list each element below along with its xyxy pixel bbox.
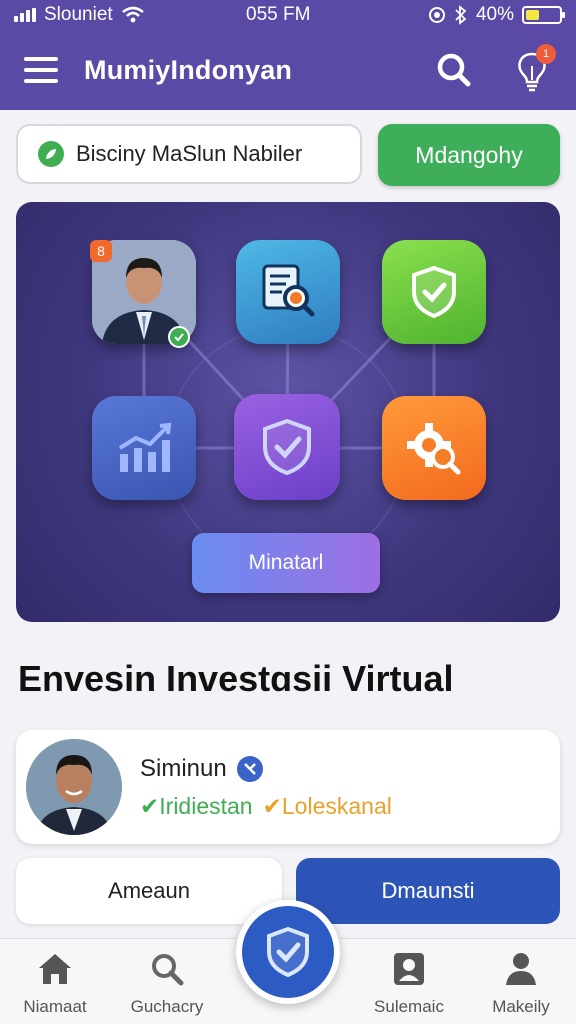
protection-center-tile[interactable] (234, 394, 340, 500)
app-title: MumiyIndonyan (84, 54, 293, 85)
carrier-label: Slouniet (44, 4, 113, 25)
person-icon (506, 953, 536, 985)
nav-label: Makeily (492, 997, 550, 1016)
clock: 055 FM (246, 4, 311, 25)
avatar (26, 739, 122, 835)
primary-action-button[interactable]: Mdangohy (378, 124, 560, 186)
bluetooth-icon (455, 5, 467, 25)
notifications-button[interactable]: 1 (512, 44, 556, 94)
verified-icon (236, 755, 263, 782)
contact-card-icon (394, 953, 424, 985)
status-bar: Slouniet 055 FM 40% (0, 0, 576, 30)
home-icon (39, 954, 71, 984)
user-name: Siminun (140, 754, 227, 782)
nav-label: Sulemaic (374, 997, 444, 1016)
nav-item-search[interactable]: Guchacry (112, 949, 222, 1017)
secondary-button[interactable]: Ameaun (16, 858, 282, 924)
nav-item-profile[interactable]: Makeily (466, 949, 576, 1017)
nav-item-contacts[interactable]: Sulemaic (354, 949, 464, 1017)
shield-check-icon (267, 926, 309, 978)
nav-label: Guchacry (130, 997, 204, 1016)
user-tag-verified: ✔Iridiestan (140, 792, 253, 819)
hero-panel: 8 Minatarl (16, 202, 560, 622)
user-photo-icon (26, 739, 122, 835)
alarm-icon (428, 7, 445, 23)
user-tag-location: ✔Loleskanal (262, 792, 392, 819)
nav-label: Niamaat (23, 997, 87, 1016)
app-bar: MumiyIndonyan 1 (0, 30, 576, 110)
nav-item-home[interactable]: Niamaat (0, 949, 110, 1017)
signal-icon (14, 8, 36, 22)
shield-fab-button[interactable] (242, 906, 334, 998)
online-check-icon (168, 326, 190, 348)
bar-chart-icon (118, 422, 172, 472)
notification-badge: 1 (536, 44, 556, 64)
center-fab (236, 900, 340, 1004)
battery-icon (522, 6, 565, 24)
search-field-value: Bisciny MaSlun Nabiler (76, 141, 303, 166)
analytics-tile[interactable] (92, 396, 196, 500)
action-row: Bisciny MaSlun Nabiler Mdangohy (16, 124, 560, 186)
security-tile[interactable] (382, 240, 486, 344)
document-search-tile[interactable] (236, 240, 340, 344)
avatar-count-badge: 8 (90, 240, 112, 262)
leaf-icon (38, 141, 64, 167)
user-card[interactable]: Siminun ✔Iridiestan ✔Loleskanal (16, 730, 560, 844)
battery-percent: 40% (475, 4, 514, 25)
search-icon (152, 954, 184, 986)
primary-button[interactable]: Dmaunsti (296, 858, 560, 924)
section-title: Envesin Investɑsii Virtual (18, 658, 454, 699)
hamburger-menu-icon[interactable] (24, 57, 58, 83)
search-field[interactable]: Bisciny MaSlun Nabiler (16, 124, 362, 184)
document-search-icon (262, 264, 315, 317)
shield-check-icon (412, 265, 456, 319)
search-icon[interactable] (434, 50, 474, 90)
gear-search-icon (407, 423, 461, 475)
shield-check-icon (263, 418, 311, 476)
hero-action-button[interactable]: Minatarl (192, 533, 380, 593)
settings-tile[interactable] (382, 396, 486, 500)
wifi-icon (121, 6, 144, 23)
